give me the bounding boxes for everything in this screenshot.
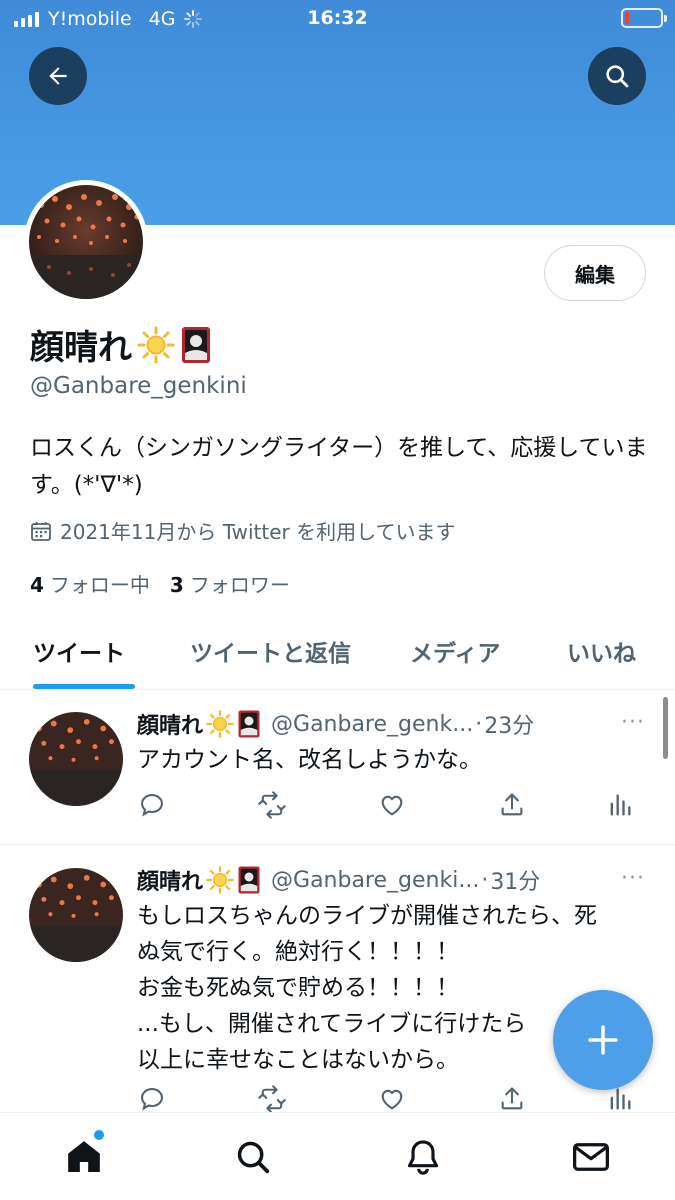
scrollbar[interactable] [663,697,668,759]
reply-icon[interactable] [137,790,167,820]
tab-likes[interactable]: いいね [567,634,636,668]
share-icon[interactable] [497,1084,527,1114]
tweet-header: 顔晴れ @Ganbare_genk... · 23分 [137,708,534,740]
separator-dot: · [475,711,483,737]
tweet-actions [137,790,637,820]
status-time: 16:32 [307,7,368,29]
followers-link[interactable]: 3 フォロワー [170,569,290,598]
sun-icon [137,326,175,363]
calendar-icon [31,521,51,541]
tweet-time: 23分 [484,714,535,739]
tweet-item[interactable]: 顔晴れ @Ganbare_genk... · 23分 ··· アカウント名、改名… [0,690,675,845]
profile-bio: ロスくん（シンガソングライター）を推して、応援しています。(*'∇'*) [30,435,648,498]
hanafuda-icon [238,866,260,894]
tweet-avatar[interactable] [29,868,123,962]
back-button[interactable] [29,47,87,105]
profile-tabs: ツイート ツイートと返信 メディア いいね [0,620,675,690]
sun-icon [206,710,234,738]
bell-icon [407,1140,439,1175]
profile-avatar[interactable] [24,180,148,304]
nav-messages[interactable] [569,1135,613,1179]
retweet-icon[interactable] [257,1084,287,1114]
tweet-text-line: ぬ気で行く。絶対行く！！！！ [137,939,459,965]
battery-icon [621,8,667,28]
search-icon [237,1141,270,1174]
lantern-photo [29,185,143,299]
joined-date: 2021年11月から Twitter を利用しています [30,516,456,545]
tweet-time: 31分 [490,870,541,895]
search-icon [606,65,629,88]
arrow-left-icon [49,67,67,85]
profile-handle: @Ganbare_genkini [30,373,247,399]
edit-profile-button[interactable]: 編集 [544,245,646,301]
display-name-text: 顔晴れ [30,328,132,368]
followers-label: フォロワー [189,573,290,597]
reply-icon[interactable] [137,1084,167,1114]
tweet-header: 顔晴れ @Ganbare_genki... · 31分 [137,864,540,896]
tweet-actions [137,1084,637,1114]
tweet-handle: @Ganbare_genki... [271,867,480,893]
hanafuda-icon [182,326,210,363]
profile-display-name: 顔晴れ [30,320,212,369]
tweet-author-name[interactable]: 顔晴れ [137,864,261,896]
followers-count: 3 [169,573,184,597]
bottom-navigation [0,1112,675,1200]
nav-search[interactable] [231,1135,275,1179]
separator-dot: · [481,867,489,893]
tweet-author-name[interactable]: 顔晴れ [137,708,261,740]
sun-icon [206,866,234,894]
tab-tweets-and-replies[interactable]: ツイートと返信 [190,634,351,668]
tweet-handle: @Ganbare_genk... [271,711,474,737]
joined-text: 2021年11月から Twitter を利用しています [60,520,456,544]
mail-icon [573,1143,609,1171]
like-icon[interactable] [377,790,407,820]
more-options-icon[interactable]: ··· [621,866,645,891]
tab-media[interactable]: メディア [410,634,500,668]
retweet-icon[interactable] [257,790,287,820]
status-bar: Y!mobile 4G 16:32 [0,0,675,36]
analytics-icon[interactable] [605,790,635,820]
following-link[interactable]: 4 フォロー中 [30,569,150,598]
header-search-button[interactable] [588,47,646,105]
lantern-photo [29,868,123,962]
following-count: 4 [30,573,44,597]
active-tab-indicator [33,684,135,689]
tab-tweets[interactable]: ツイート [33,634,125,668]
nav-notifications[interactable] [401,1135,445,1179]
tweet-avatar[interactable] [29,712,123,806]
home-icon [68,1141,100,1172]
author-name-text: 顔晴れ [137,714,204,739]
tweet-text: アカウント名、改名しようかな。 [137,747,482,773]
lantern-photo [29,712,123,806]
nav-home[interactable] [62,1135,106,1179]
tweet-text-line: もしロスちゃんのライブが開催されたら、死 [137,903,597,929]
home-notification-dot [94,1130,104,1140]
follow-stats: 4 フォロー中 3 フォロワー [30,569,290,598]
compose-tweet-button[interactable] [553,990,653,1090]
plus-icon [588,1025,618,1055]
author-name-text: 顔晴れ [137,870,204,895]
hanafuda-icon [238,710,260,738]
like-icon[interactable] [377,1084,407,1114]
more-options-icon[interactable]: ··· [621,710,645,735]
share-icon[interactable] [497,790,527,820]
following-label: フォロー中 [49,573,150,597]
